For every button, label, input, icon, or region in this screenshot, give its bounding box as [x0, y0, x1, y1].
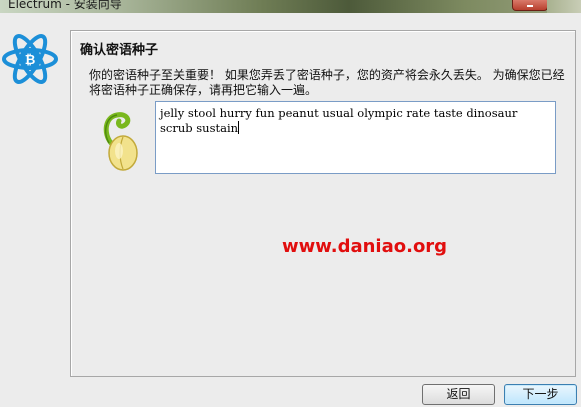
instruction-text: 你的密语种子至关重要！ 如果您弄丢了密语种子，您的资产将会永久丢失。 为确保您已… — [89, 68, 565, 97]
back-button[interactable]: 返回 — [422, 384, 495, 405]
window-title: Electrum - 安装向导 — [8, 0, 122, 11]
watermark-text: www.daniao.org — [282, 236, 448, 257]
title-bar: Electrum - 安装向导 — [0, 0, 581, 13]
window-close-button[interactable] — [512, 0, 548, 11]
seed-input[interactable]: jelly stool hurry fun peanut usual olymp… — [155, 101, 556, 174]
text-caret — [238, 121, 240, 134]
electrum-logo-icon: ₿ — [2, 34, 58, 84]
next-button[interactable]: 下一步 — [504, 384, 577, 405]
seed-input-text: jelly stool hurry fun peanut usual olymp… — [160, 106, 518, 135]
page-title: 确认密语种子 — [80, 43, 159, 58]
seed-sprout-icon — [103, 112, 138, 171]
title-bar-edge — [547, 0, 581, 13]
svg-text:₿: ₿ — [25, 53, 36, 68]
seed-confirm-panel: 确认密语种子 你的密语种子至关重要！ 如果您弄丢了密语种子，您的资产将会永久丢失… — [70, 30, 576, 377]
